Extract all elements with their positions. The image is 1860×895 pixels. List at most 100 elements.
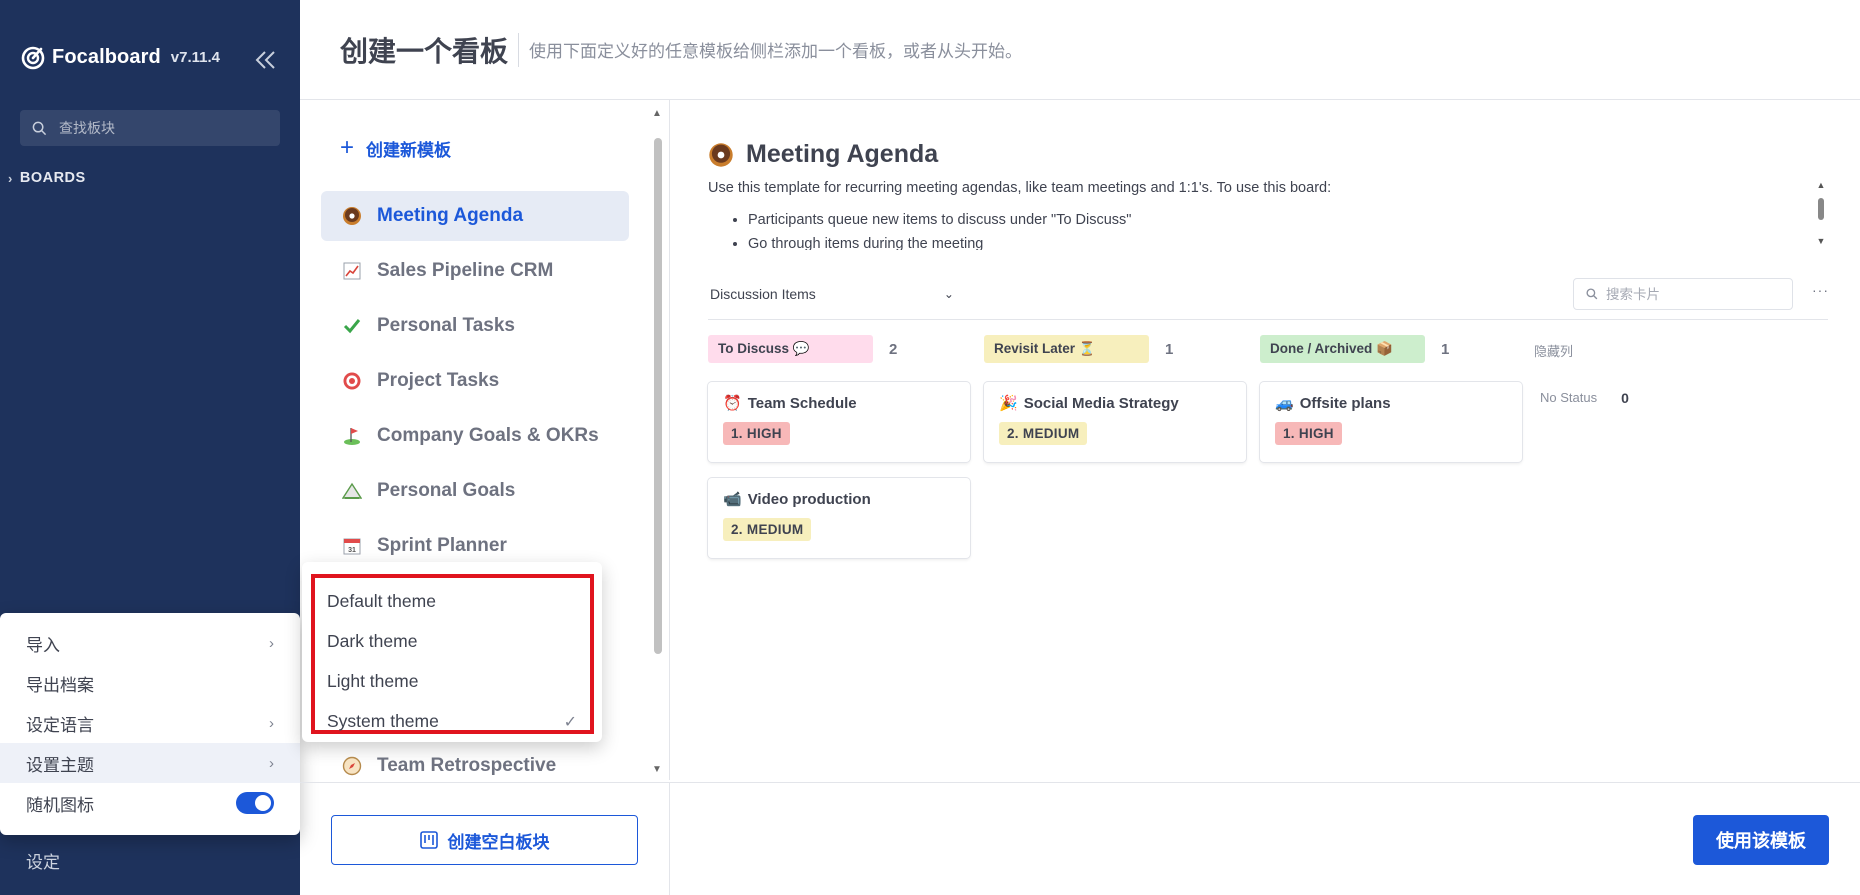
card-social-media-strategy[interactable]: 🎉 Social Media Strategy 2. MEDIUM (984, 382, 1246, 462)
menu-item-label: 导出档案 (26, 675, 94, 695)
board-search[interactable] (20, 110, 280, 146)
chevron-right-icon: › (8, 170, 13, 186)
more-options-icon[interactable]: ··· (1812, 282, 1829, 298)
video-camera-icon: 📹 (723, 491, 742, 508)
menu-item-import[interactable]: 导入 › (0, 623, 300, 663)
page-title: 创建一个看板 (340, 35, 509, 67)
template-item-personal-goals[interactable]: Personal Goals (321, 466, 629, 516)
alarm-clock-icon: ⏰ (723, 395, 742, 412)
card-title: ⏰ Team Schedule (723, 394, 955, 413)
boards-label: BOARDS (19, 170, 86, 186)
card-title-text: Video production (747, 490, 871, 508)
page-subtitle: 使用下面定义好的任意模板给侧栏添加一个看板，或者从头开始。 (529, 42, 1023, 61)
card-team-schedule[interactable]: ⏰ Team Schedule 1. HIGH (708, 382, 970, 462)
template-list: + 创建新模板 Meeting Agenda Sales Pipeline CR… (300, 100, 670, 780)
template-label: Meeting Agenda (377, 205, 524, 226)
create-empty-board-label: 创建空白板块 (447, 832, 550, 852)
description-bullet: Go through items during the meeting (748, 234, 1598, 250)
view-bar: Discussion Items ⌄ ··· (708, 278, 1828, 320)
search-icon (1586, 288, 1598, 300)
column-header-revisit-later[interactable]: Revisit Later ⏳ 1 (984, 335, 1173, 363)
scroll-up-icon[interactable]: ▲ (651, 108, 663, 119)
template-list-scrollbar[interactable]: ▲ ▼ (651, 108, 663, 778)
boards-section-header[interactable]: › BOARDS (8, 170, 86, 186)
scrollbar-thumb[interactable] (654, 138, 662, 654)
priority-badge: 1. HIGH (723, 422, 790, 445)
search-icon (32, 121, 47, 135)
template-label: Company Goals & OKRs (377, 425, 599, 446)
card-title: 📹 Video production (723, 490, 955, 509)
description-scrollbar[interactable]: ▲ ▼ (1815, 180, 1827, 248)
template-label: Team Retrospective (377, 755, 557, 776)
template-label: Personal Goals (377, 480, 516, 501)
column-header-to-discuss[interactable]: To Discuss 💬 2 (708, 335, 897, 363)
collapse-sidebar-icon[interactable] (250, 46, 280, 74)
chevron-down-icon: ⌄ (943, 287, 954, 301)
preview-title: Meeting Agenda (708, 140, 938, 169)
preview-description: Use this template for recurring meeting … (708, 178, 1598, 250)
template-item-personal-tasks[interactable]: Personal Tasks (321, 301, 629, 351)
no-status-column[interactable]: No Status 0 (1540, 390, 1629, 406)
template-item-meeting-agenda[interactable]: Meeting Agenda (321, 191, 629, 241)
priority-badge: 1. HIGH (1275, 422, 1342, 445)
settings-button[interactable]: 设定 (26, 848, 60, 873)
car-icon: 🚙 (1275, 395, 1294, 412)
menu-item-label: 设定语言 (26, 715, 94, 735)
menu-item-theme[interactable]: 设置主题 › (0, 743, 300, 783)
plus-icon: + (340, 134, 355, 161)
description-list: Participants queue new items to discuss … (708, 210, 1598, 250)
column-count: 1 (1165, 340, 1174, 358)
description-text: Use this template for recurring meeting … (708, 180, 1332, 196)
view-selector[interactable]: Discussion Items ⌄ (710, 286, 954, 302)
compass-icon (341, 755, 363, 777)
chart-icon (341, 260, 363, 282)
menu-item-language[interactable]: 设定语言 › (0, 703, 300, 743)
template-item-sales-pipeline[interactable]: Sales Pipeline CRM (321, 246, 629, 296)
scroll-down-icon[interactable]: ▼ (1815, 236, 1827, 246)
card-video-production[interactable]: 📹 Video production 2. MEDIUM (708, 478, 970, 558)
card-search[interactable] (1573, 278, 1793, 310)
template-item-sprint-planner[interactable]: 31 Sprint Planner (321, 521, 629, 571)
template-item-project-tasks[interactable]: Project Tasks (321, 356, 629, 406)
scroll-down-icon[interactable]: ▼ (651, 764, 663, 775)
card-title-text: Social Media Strategy (1023, 394, 1179, 412)
menu-item-label: 导入 (26, 635, 60, 655)
version-label: v7.11.4 (170, 48, 221, 66)
template-preview: Meeting Agenda Use this template for rec… (670, 100, 1860, 780)
create-empty-board-button[interactable]: 创建空白板块 (331, 815, 638, 865)
party-popper-icon: 🎉 (999, 395, 1018, 412)
use-template-button[interactable]: 使用该模板 (1693, 815, 1829, 865)
card-title: 🎉 Social Media Strategy (999, 394, 1231, 413)
hidden-columns-label: 隐藏列 (1534, 344, 1574, 359)
donut-icon (341, 205, 363, 227)
card-offsite-plans[interactable]: 🚙 Offsite plans 1. HIGH (1260, 382, 1522, 462)
template-item-company-goals[interactable]: Company Goals & OKRs (321, 411, 629, 461)
card-title-text: Offsite plans (1299, 394, 1391, 412)
board-search-input[interactable] (59, 120, 259, 136)
menu-item-label: 设置主题 (26, 755, 94, 775)
chevron-right-icon: › (269, 714, 274, 732)
scroll-up-icon[interactable]: ▲ (1815, 180, 1827, 190)
template-label: Sales Pipeline CRM (377, 260, 554, 281)
divider (518, 32, 520, 67)
check-icon (341, 315, 363, 337)
menu-item-random-icons[interactable]: 随机图标 (0, 783, 300, 823)
menu-item-export[interactable]: 导出档案 (0, 663, 300, 703)
column-label: Revisit Later ⏳ (984, 335, 1149, 363)
template-label: Sprint Planner (377, 535, 507, 556)
svg-text:31: 31 (348, 547, 356, 554)
random-icons-toggle[interactable] (236, 792, 274, 814)
card-search-input[interactable] (1606, 286, 1776, 302)
priority-badge: 2. MEDIUM (723, 518, 812, 541)
board-icon (419, 831, 438, 849)
no-status-count: 0 (1621, 390, 1629, 406)
template-label: Personal Tasks (377, 315, 516, 336)
brand: Focalboard v7.11.4 (20, 44, 220, 70)
column-header-done-archived[interactable]: Done / Archived 📦 1 (1260, 335, 1449, 363)
priority-badge: 2. MEDIUM (999, 422, 1088, 445)
create-template-button[interactable]: + 创建新模板 (340, 134, 451, 162)
scrollbar-thumb[interactable] (1818, 198, 1824, 220)
column-count: 2 (889, 340, 898, 358)
template-label: Project Tasks (377, 370, 500, 391)
divider (669, 783, 670, 895)
